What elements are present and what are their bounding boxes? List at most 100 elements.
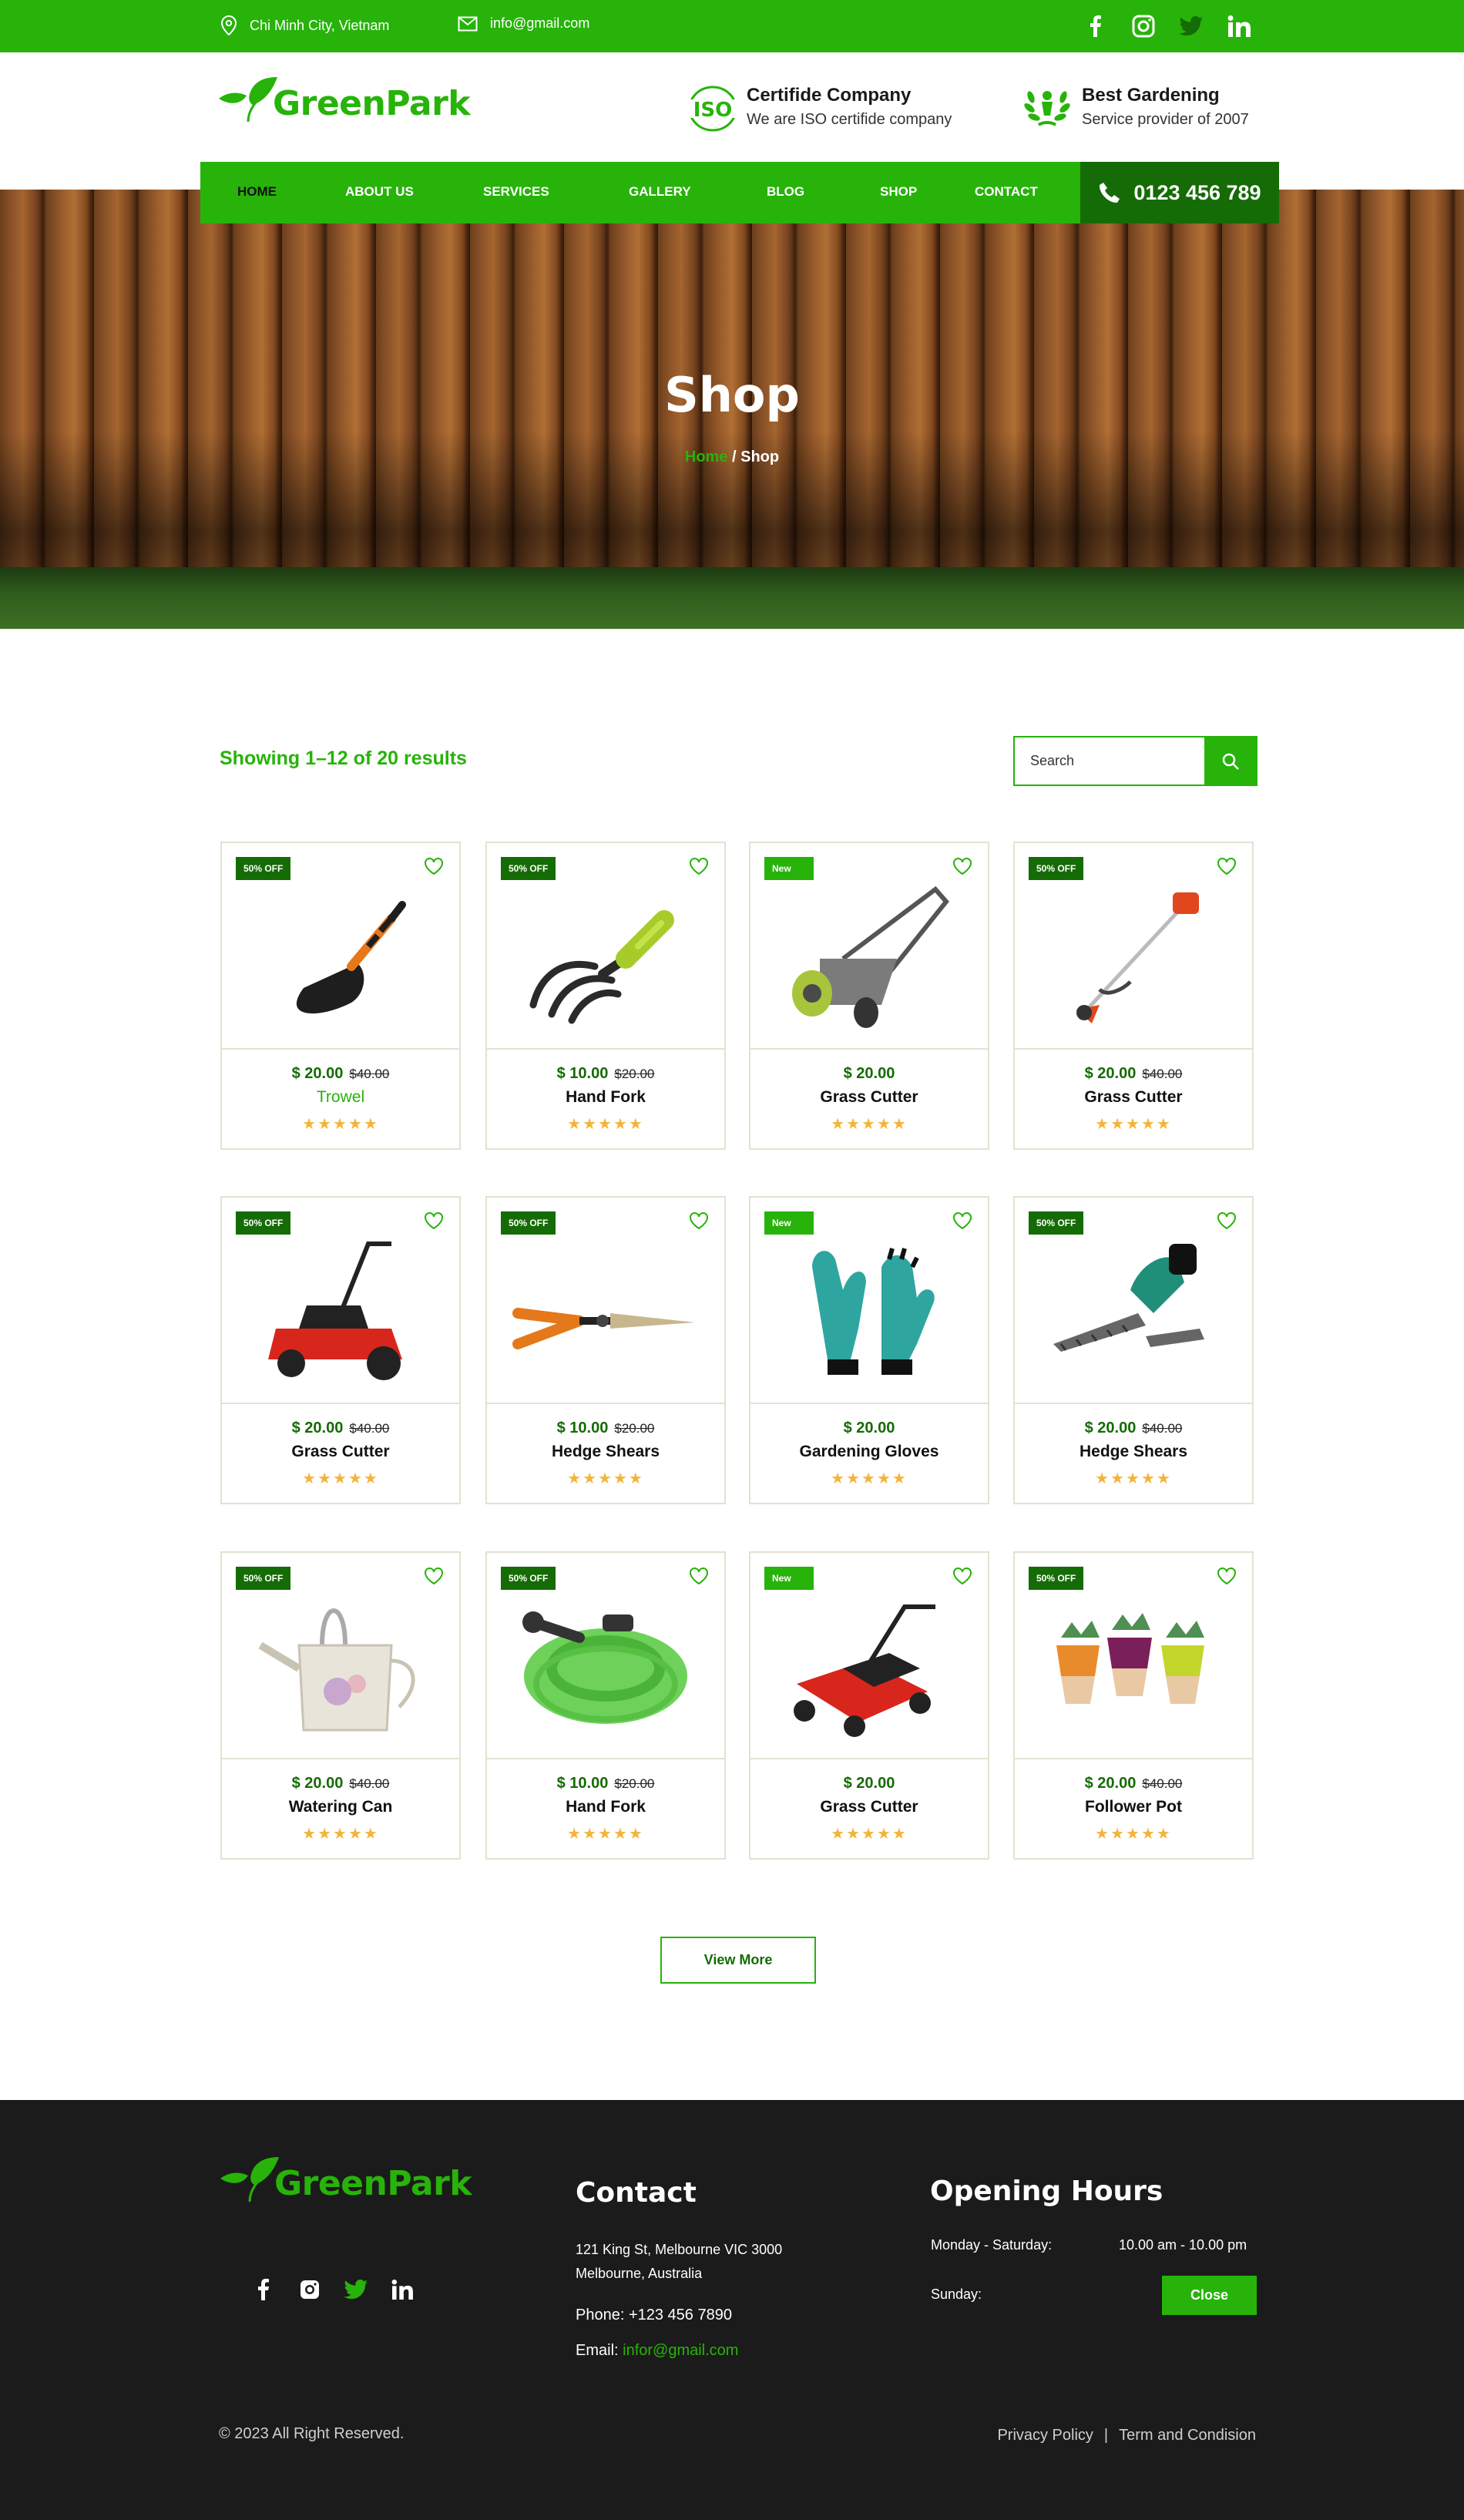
page-hero: Shop Home / Shop xyxy=(0,190,1464,629)
star-rating: ★★★★★ xyxy=(302,1116,379,1133)
location-info: Chi Minh City, Vietnam xyxy=(220,15,389,35)
star-rating: ★★★★★ xyxy=(302,1826,379,1843)
star-rating: ★★★★★ xyxy=(567,1116,644,1133)
nav-services[interactable]: SERVICES xyxy=(483,184,549,200)
search-button[interactable] xyxy=(1204,738,1256,785)
heart-icon[interactable] xyxy=(424,857,444,879)
product-price: $ 20.00 $40.00 xyxy=(1015,1065,1252,1083)
product-card[interactable]: 50% OFF $ 20.00 $40.00 Watering Can ★★★★★ xyxy=(220,1551,461,1860)
product-name[interactable]: Grass Cutter xyxy=(222,1443,459,1461)
heart-icon[interactable] xyxy=(424,1211,444,1234)
product-name[interactable]: Grass Cutter xyxy=(1015,1088,1252,1107)
price-original: $20.00 xyxy=(614,1067,655,1081)
nav-home[interactable]: HOME xyxy=(237,184,277,200)
location-text: Chi Minh City, Vietnam xyxy=(250,17,390,33)
heart-icon[interactable] xyxy=(1217,857,1237,879)
product-card[interactable]: 50% OFF $ 20.00 $40.00 Hedge Shears ★★★★★ xyxy=(1013,1196,1254,1504)
discount-badge: 50% OFF xyxy=(236,1567,291,1590)
product-card[interactable]: New $ 20.00 Gardening Gloves ★★★★★ xyxy=(749,1196,989,1504)
logo[interactable]: GreenPark xyxy=(217,76,471,123)
product-price: $ 10.00 $20.00 xyxy=(487,1420,724,1437)
price-original: $40.00 xyxy=(1142,1421,1183,1436)
star-rating: ★★★★★ xyxy=(831,1826,908,1843)
heart-icon[interactable] xyxy=(689,1567,709,1589)
product-card[interactable]: 50% OFF $ 20.00 $40.00 Follower Pot ★★★★★ xyxy=(1013,1551,1254,1860)
search-input[interactable] xyxy=(1015,738,1204,785)
heart-icon[interactable] xyxy=(952,1211,972,1234)
nav-blog[interactable]: BLOG xyxy=(767,184,804,200)
product-card[interactable]: New $ 20.00 Grass Cutter ★★★★★ xyxy=(749,1551,989,1860)
nav-gallery[interactable]: GALLERY xyxy=(629,184,691,200)
badge-certified-subtitle: We are ISO certifide company xyxy=(747,111,952,128)
price-original: $20.00 xyxy=(614,1776,655,1791)
view-more-button[interactable]: View More xyxy=(660,1937,816,1984)
footer-social xyxy=(251,2277,415,2302)
breadcrumb-separator: / xyxy=(727,449,741,465)
product-name[interactable]: Hedge Shears xyxy=(1015,1443,1252,1461)
product-name[interactable]: Grass Cutter xyxy=(750,1088,988,1107)
twitter-icon[interactable] xyxy=(1179,13,1204,39)
facebook-icon[interactable] xyxy=(251,2277,276,2302)
iso-icon-text: ISO xyxy=(693,99,733,122)
contact-email-link[interactable]: infor@gmail.com xyxy=(623,2342,738,2359)
nav-shop[interactable]: SHOP xyxy=(880,184,917,200)
page-title: Shop xyxy=(664,367,800,423)
nav-phone[interactable]: 0123 456 789 xyxy=(1080,162,1279,223)
product-card[interactable]: 50% OFF $ 20.00 $40.00 Grass Cutter ★★★★★ xyxy=(1013,842,1254,1150)
price-original: $40.00 xyxy=(349,1421,390,1436)
site-header: GreenPark ISO Certifide Company We are I… xyxy=(0,52,1464,162)
linkedin-icon[interactable] xyxy=(390,2277,415,2302)
product-card[interactable]: 50% OFF $ 10.00 $20.00 Hedge Shears ★★★★★ xyxy=(485,1196,726,1504)
top-bar: Chi Minh City, Vietnam info@gmail.com xyxy=(0,0,1464,52)
heart-icon[interactable] xyxy=(1217,1211,1237,1234)
product-card[interactable]: 50% OFF $ 20.00 $40.00 Trowel ★★★★★ xyxy=(220,842,461,1150)
nav-about-us[interactable]: ABOUT US xyxy=(345,184,414,200)
terms-link[interactable]: Term and Condision xyxy=(1119,2427,1256,2444)
product-name[interactable]: Hedge Shears xyxy=(487,1443,724,1461)
breadcrumb-current: Shop xyxy=(740,449,780,465)
contact-address-line2: Melbourne, Australia xyxy=(576,2266,703,2281)
heart-icon[interactable] xyxy=(952,1567,972,1589)
linkedin-icon[interactable] xyxy=(1227,13,1251,39)
facebook-icon[interactable] xyxy=(1083,13,1108,39)
product-price: $ 20.00 $40.00 xyxy=(222,1775,459,1793)
product-price: $ 20.00 $40.00 xyxy=(1015,1420,1252,1437)
award-badge: Best Gardening Service provider of 2007 xyxy=(1023,85,1249,129)
price-current: $ 20.00 xyxy=(291,1420,344,1436)
search-box xyxy=(1013,736,1257,786)
iso-badge: ISO Certifide Company We are ISO certifi… xyxy=(683,85,952,133)
main-nav: HOME ABOUT US SERVICES GALLERY BLOG SHOP… xyxy=(200,162,1279,223)
legal-links: Privacy Policy | Term and Condision xyxy=(997,2427,1256,2444)
product-name[interactable]: Hand Fork xyxy=(487,1798,724,1816)
heart-icon[interactable] xyxy=(689,857,709,879)
instagram-icon[interactable] xyxy=(297,2277,322,2302)
product-card[interactable]: 50% OFF $ 10.00 $20.00 Hand Fork ★★★★★ xyxy=(485,842,726,1150)
product-name[interactable]: Trowel xyxy=(222,1088,459,1107)
email-link[interactable]: info@gmail.com xyxy=(490,15,589,32)
hours-sunday-label: Sunday: xyxy=(931,2286,982,2302)
product-name[interactable]: Follower Pot xyxy=(1015,1798,1252,1816)
product-name[interactable]: Watering Can xyxy=(222,1798,459,1816)
hours-heading: Opening Hours xyxy=(930,2176,1163,2207)
heart-icon[interactable] xyxy=(952,857,972,879)
star-rating: ★★★★★ xyxy=(567,1826,644,1843)
new-badge: New xyxy=(764,1211,814,1235)
product-card[interactable]: 50% OFF $ 20.00 $40.00 Grass Cutter ★★★★★ xyxy=(220,1196,461,1504)
instagram-icon[interactable] xyxy=(1131,13,1156,39)
product-name[interactable]: Grass Cutter xyxy=(750,1798,988,1816)
product-name[interactable]: Hand Fork xyxy=(487,1088,724,1107)
product-card[interactable]: 50% OFF $ 10.00 $20.00 Hand Fork ★★★★★ xyxy=(485,1551,726,1860)
product-card[interactable]: New $ 20.00 Grass Cutter ★★★★★ xyxy=(749,842,989,1150)
twitter-icon[interactable] xyxy=(344,2277,368,2302)
heart-icon[interactable] xyxy=(1217,1567,1237,1589)
heart-icon[interactable] xyxy=(689,1211,709,1234)
privacy-policy-link[interactable]: Privacy Policy xyxy=(997,2427,1093,2444)
logo-text: GreenPark xyxy=(273,83,471,123)
site-footer: GreenPark Contact 121 King St, Melbourne… xyxy=(0,2100,1464,2520)
nav-contact[interactable]: CONTACT xyxy=(975,184,1038,200)
footer-logo[interactable]: GreenPark xyxy=(219,2155,472,2203)
product-name[interactable]: Gardening Gloves xyxy=(750,1443,988,1461)
price-current: $ 10.00 xyxy=(556,1775,609,1792)
breadcrumb-home[interactable]: Home xyxy=(685,449,728,465)
heart-icon[interactable] xyxy=(424,1567,444,1589)
